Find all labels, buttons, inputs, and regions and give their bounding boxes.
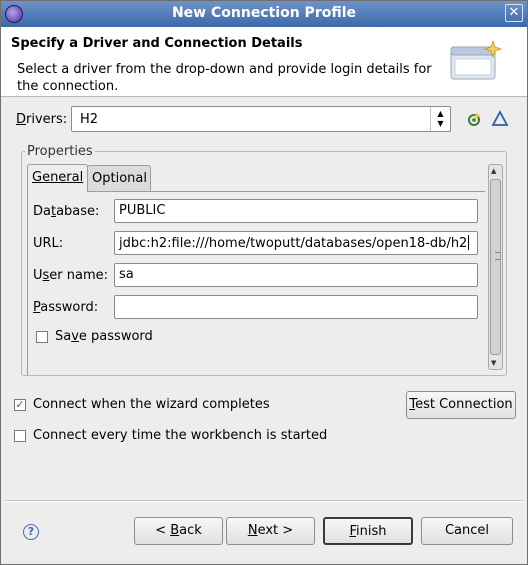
drivers-selected-value: H2	[80, 112, 99, 127]
username-field[interactable]: sa	[114, 263, 478, 287]
connect-every-time-label: Connect every time the workbench is star…	[33, 428, 328, 443]
properties-scrollbar[interactable]: ▲ ▼	[488, 164, 503, 370]
combo-arrows-icon: ▲ ▼	[430, 107, 450, 131]
close-icon[interactable]: ✕	[505, 4, 523, 22]
save-password-checkbox[interactable]	[36, 331, 48, 343]
scroll-up-icon[interactable]: ▲	[491, 167, 496, 175]
properties-group-label: Properties	[25, 144, 95, 159]
connect-when-complete-label: Connect when the wizard completes	[33, 397, 270, 412]
banner-heading: Specify a Driver and Connection Details	[11, 36, 303, 51]
database-connection-wizard-icon	[450, 39, 503, 80]
edit-driver-icon[interactable]	[491, 110, 509, 128]
password-label: Password:	[33, 300, 99, 315]
drivers-combo[interactable]: H2 ▲ ▼	[71, 106, 451, 132]
connect-every-time-checkbox[interactable]	[14, 430, 26, 442]
dialog-window: New Connection Profile ✕ Specify a Drive…	[0, 0, 528, 565]
drivers-label: Drivers:	[16, 112, 68, 127]
button-bar-separator	[5, 500, 523, 502]
wizard-banner: Specify a Driver and Connection Details …	[1, 27, 527, 97]
url-field[interactable]: jdbc:h2:file:///home/twoputt/databases/o…	[114, 231, 478, 255]
back-button[interactable]: < Back	[134, 517, 223, 545]
test-connection-button[interactable]: Test Connection	[406, 391, 516, 419]
database-field[interactable]: PUBLIC	[114, 199, 478, 223]
scrollbar-thumb[interactable]	[490, 179, 501, 355]
save-password-label: Save password	[55, 329, 153, 344]
help-icon[interactable]: ?	[23, 524, 39, 540]
database-label: Database:	[33, 204, 100, 219]
password-field[interactable]	[114, 295, 478, 319]
new-driver-icon[interactable]	[465, 110, 483, 128]
scroll-down-icon[interactable]: ▼	[491, 359, 496, 367]
url-label: URL:	[33, 236, 64, 251]
cancel-button[interactable]: Cancel	[421, 517, 513, 545]
finish-button[interactable]: Finish	[323, 517, 413, 545]
tab-general[interactable]: General	[27, 164, 88, 192]
tab-optional[interactable]: Optional	[87, 165, 151, 191]
title-bar[interactable]: New Connection Profile ✕	[1, 1, 527, 27]
window-title: New Connection Profile	[171, 5, 357, 21]
banner-description: Select a driver from the drop-down and p…	[17, 62, 432, 94]
text-cursor	[468, 235, 470, 250]
connect-when-complete-checkbox[interactable]: ✓	[14, 399, 26, 411]
next-button[interactable]: Next >	[226, 517, 315, 545]
username-label: User name:	[33, 268, 109, 283]
